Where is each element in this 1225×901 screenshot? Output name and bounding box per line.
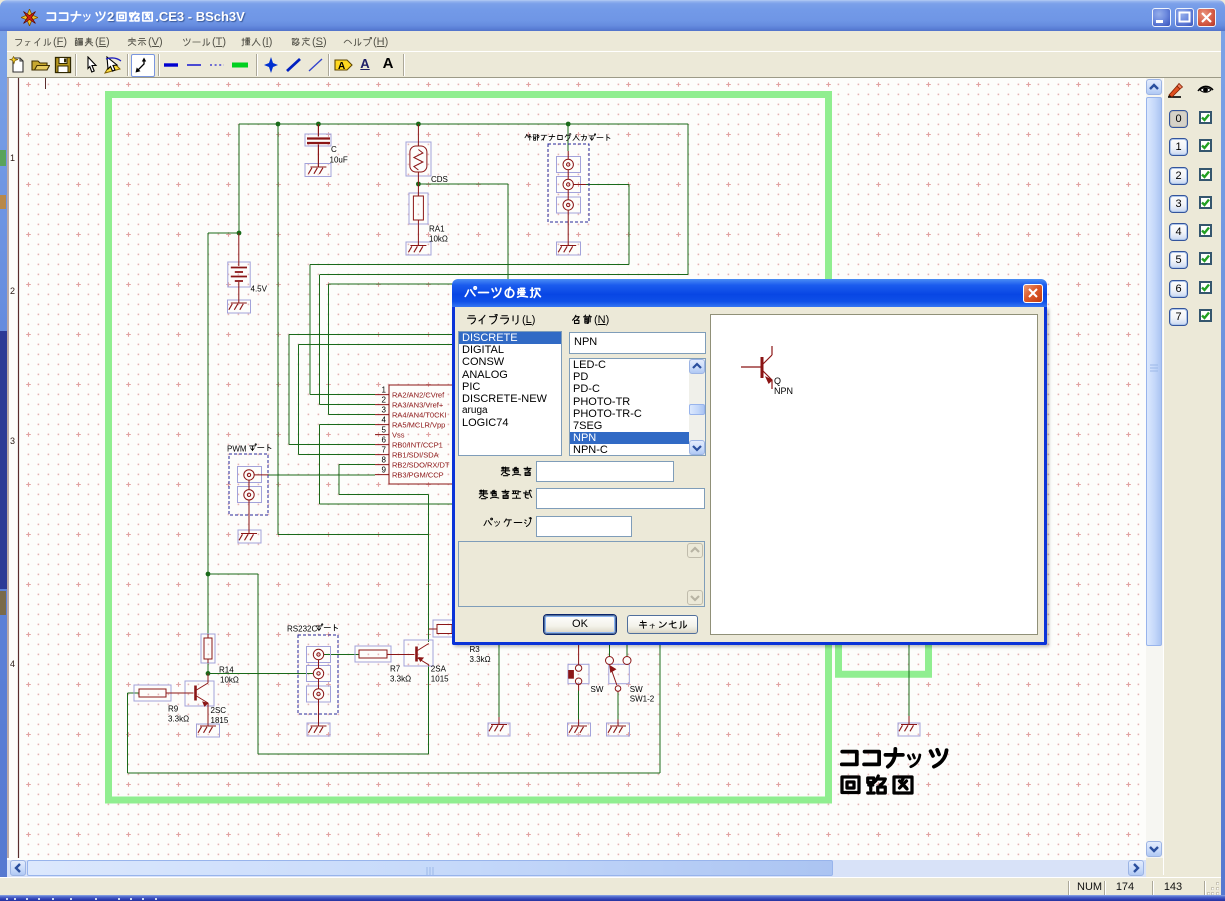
svg-text:RB3/PGM/CCP: RB3/PGM/CCP [392,471,444,480]
svg-text:R7: R7 [390,665,401,674]
svg-text:SW: SW [591,685,604,694]
svg-text:RA3/AN3/Vref+: RA3/AN3/Vref+ [392,401,444,410]
svg-text:R3: R3 [470,645,481,654]
svg-text:RB2/SDO/RX/DT: RB2/SDO/RX/DT [392,461,450,470]
svg-text:Q: Q [774,376,781,386]
svg-text:1: 1 [10,153,15,163]
svg-text:1815: 1815 [211,716,229,725]
svg-text:10kΩ: 10kΩ [220,676,239,685]
svg-text:RA5/MCLR/Vpp: RA5/MCLR/Vpp [392,421,445,430]
svg-text:R14: R14 [219,666,234,675]
svg-text:PWM: PWM [227,445,247,454]
svg-text:R9: R9 [168,705,179,714]
svg-text:5: 5 [382,426,387,435]
svg-text:2SA: 2SA [431,665,447,674]
svg-text:6: 6 [382,436,387,445]
svg-text:RS232C: RS232C [287,625,317,634]
svg-text:1015: 1015 [431,675,449,684]
svg-text:RA2/AN2/CVref: RA2/AN2/CVref [392,391,445,400]
svg-text:2: 2 [382,396,387,405]
svg-text:3.3kΩ: 3.3kΩ [470,655,491,664]
svg-text:RB1/SDI/SDA: RB1/SDI/SDA [392,451,439,460]
svg-text:C: C [331,145,337,154]
svg-text:RA1: RA1 [429,225,445,234]
svg-text:NPN: NPN [774,386,793,396]
svg-text:2: 2 [10,286,15,296]
svg-text:9: 9 [382,466,387,475]
svg-text:1: 1 [382,386,387,395]
svg-text:RA4/AN4/T0CKI: RA4/AN4/T0CKI [392,411,447,420]
svg-text:3.3kΩ: 3.3kΩ [168,715,189,724]
svg-text:SW: SW [630,685,643,694]
svg-text:3: 3 [10,436,15,446]
svg-text:SW1-2: SW1-2 [630,695,655,704]
svg-text:2SC: 2SC [211,706,227,715]
svg-text:A: A [338,61,345,72]
svg-text:4: 4 [10,659,15,669]
svg-text:3.3kΩ: 3.3kΩ [390,675,411,684]
svg-text:4: 4 [382,416,387,425]
svg-text:RB0/INT/CCP1: RB0/INT/CCP1 [392,441,443,450]
svg-text:10kΩ: 10kΩ [429,235,448,244]
svg-text:7: 7 [382,446,387,455]
svg-text:4.5V: 4.5V [251,285,268,294]
svg-text:10uF: 10uF [330,156,348,165]
svg-text:Vss: Vss [392,431,405,440]
svg-text:8: 8 [382,456,387,465]
svg-text:3: 3 [382,406,387,415]
svg-text:CDS: CDS [431,175,448,184]
